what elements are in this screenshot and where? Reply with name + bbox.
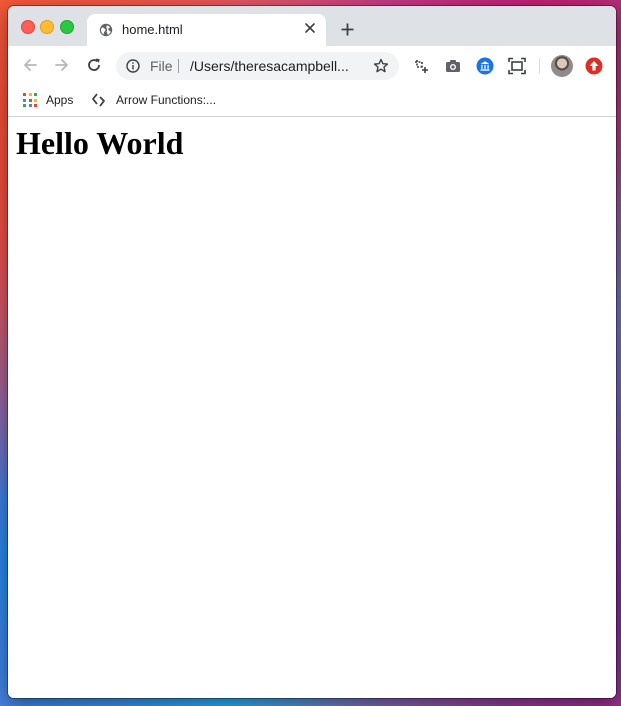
avatar[interactable] bbox=[551, 55, 573, 77]
scheme-separator bbox=[178, 59, 179, 73]
window-maximize-button[interactable] bbox=[60, 20, 74, 34]
bookmark-label: Apps bbox=[46, 93, 74, 107]
star-icon[interactable] bbox=[373, 58, 389, 74]
bank-icon[interactable] bbox=[476, 57, 494, 75]
address-bar[interactable]: File /Users/theresacampbell... bbox=[116, 52, 399, 80]
url-text[interactable]: /Users/theresacampbell... bbox=[190, 58, 349, 74]
page-content: Hello World bbox=[8, 117, 616, 698]
screen-capture-icon[interactable] bbox=[508, 57, 526, 75]
window-minimize-button[interactable] bbox=[40, 20, 54, 34]
camera-icon[interactable] bbox=[444, 57, 462, 75]
browser-toolbar: File /Users/theresacampbell... bbox=[8, 46, 616, 86]
new-tab-icon[interactable] bbox=[341, 23, 354, 36]
browser-window: home.html File /Users/theresacampbell...… bbox=[8, 6, 616, 698]
globe-icon bbox=[99, 23, 113, 37]
back-arrow-icon[interactable] bbox=[22, 57, 38, 73]
update-arrow-icon[interactable] bbox=[585, 57, 603, 75]
tab-title: home.html bbox=[122, 22, 183, 37]
close-icon[interactable] bbox=[304, 22, 316, 34]
bookmark-apps[interactable]: Apps bbox=[23, 90, 73, 110]
url-scheme: File bbox=[150, 58, 173, 74]
forward-arrow-icon[interactable] bbox=[54, 57, 70, 73]
arrow-functions-icon bbox=[92, 93, 105, 107]
tab-home[interactable]: home.html bbox=[87, 14, 326, 46]
reload-icon[interactable] bbox=[86, 57, 102, 73]
toolbar-divider bbox=[539, 58, 540, 74]
info-icon[interactable] bbox=[126, 59, 140, 73]
title-bar: home.html bbox=[8, 6, 616, 46]
window-close-button[interactable] bbox=[21, 20, 35, 34]
bookmarks-bar: Apps Arrow Functions:... bbox=[8, 86, 616, 117]
page-heading: Hello World bbox=[16, 125, 184, 161]
bookmark-arrow-functions[interactable]: Arrow Functions:... bbox=[91, 90, 216, 110]
bookmark-label: Arrow Functions:... bbox=[116, 93, 217, 107]
crop-add-icon[interactable] bbox=[412, 57, 430, 75]
apps-grid-icon bbox=[23, 93, 37, 107]
